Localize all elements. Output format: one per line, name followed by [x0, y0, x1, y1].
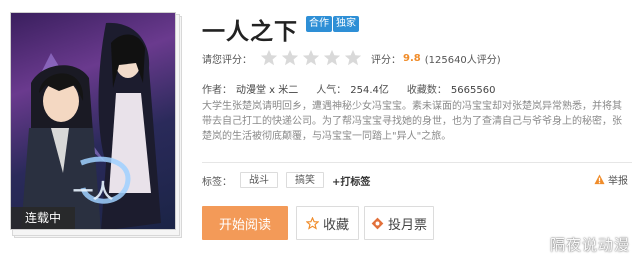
popularity-value: 254.4亿	[350, 85, 389, 96]
cover-artwork: 一人	[21, 22, 161, 229]
rating-row: 请您评分： 评分： 9.8 (125640人评分)	[202, 49, 501, 67]
star-outline-icon	[305, 216, 319, 230]
favorites-label: 收藏数：	[406, 85, 447, 96]
star-icon[interactable]	[281, 49, 299, 67]
ticket-icon	[371, 217, 384, 229]
warning-icon	[594, 174, 605, 185]
watermark: 隔夜说动漫	[549, 236, 630, 254]
rating-stars[interactable]	[260, 49, 365, 67]
tag-row: 标签： 战斗 搞笑 +打标签	[202, 172, 370, 188]
report-button[interactable]: 举报	[594, 172, 628, 187]
divider	[202, 162, 632, 163]
cover-image[interactable]: 一人 连载中	[10, 12, 176, 230]
score-count: (125640人评分)	[424, 54, 501, 66]
favorite-label: 收藏	[322, 217, 349, 233]
score-label: 评分：	[371, 54, 401, 66]
book-description: 大学生张楚岚请明回乡，遭遇神秘少女冯宝宝。素未谋面的冯宝宝却对张楚岚异常熟悉，并…	[202, 101, 622, 142]
author-label: 作者：	[202, 85, 232, 96]
tag-chip[interactable]: 搞笑	[286, 172, 324, 188]
vote-ticket-button[interactable]: 投月票	[364, 206, 434, 240]
rating-prompt: 请您评分：	[202, 54, 252, 66]
cover-stack: 一人 连载中	[10, 12, 185, 240]
popularity-cell: 人气： 254.4亿	[316, 81, 389, 96]
favorites-cell: 收藏数： 5665560	[407, 81, 496, 96]
badge-cooperation: 合作	[306, 16, 332, 32]
meta-row: 作者： 动漫堂 x 米二 人气： 254.4亿 收藏数： 5665560	[202, 81, 513, 96]
star-icon[interactable]	[344, 49, 362, 67]
report-label: 举报	[608, 176, 628, 187]
serialization-status-tag: 连载中	[11, 207, 75, 229]
tags-label: 标签：	[202, 176, 232, 188]
author-cell: 作者： 动漫堂 x 米二	[202, 81, 298, 96]
author-value[interactable]: 动漫堂 x 米二	[236, 85, 298, 96]
book-title: 一人之下	[202, 19, 298, 45]
score-value: 9.8	[403, 52, 421, 64]
start-reading-button[interactable]: 开始阅读	[202, 206, 288, 240]
star-icon[interactable]	[260, 49, 278, 67]
star-icon[interactable]	[302, 49, 320, 67]
popularity-label: 人气：	[316, 85, 347, 96]
star-icon[interactable]	[323, 49, 341, 67]
favorites-value: 5665560	[450, 85, 496, 96]
badge-exclusive: 独家	[333, 16, 359, 32]
add-tag-button[interactable]: +打标签	[332, 173, 370, 188]
favorite-button[interactable]: 收藏	[296, 206, 359, 240]
vote-label: 投月票	[387, 217, 427, 233]
svg-text:一人: 一人	[73, 179, 114, 203]
tag-chip[interactable]: 战斗	[240, 172, 278, 188]
start-reading-label: 开始阅读	[218, 217, 271, 233]
